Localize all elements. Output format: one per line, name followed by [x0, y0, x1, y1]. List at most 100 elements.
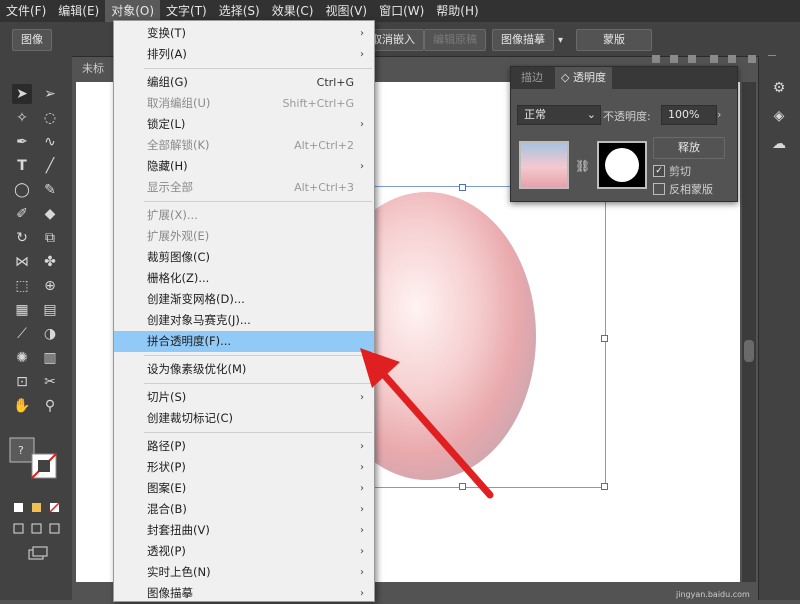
object-menu-item[interactable]: 形状(P) › [114, 457, 374, 478]
object-menu-item[interactable]: 编组(G) Ctrl+G [114, 72, 374, 93]
object-menu-item[interactable]: 创建渐变网格(D)... [114, 289, 374, 310]
chevron-right-icon[interactable]: › [717, 108, 721, 121]
blend-tool-icon[interactable]: ◑ [40, 324, 60, 344]
object-menu-item[interactable]: 锁定(L) › [114, 114, 374, 135]
object-menu-item[interactable]: 栅格化(Z)... [114, 268, 374, 289]
scrollbar-thumb[interactable] [744, 340, 754, 362]
object-menu-item[interactable]: 路径(P) › [114, 436, 374, 457]
direct-selection-tool-icon[interactable]: ➢ [40, 84, 60, 104]
link-icon[interactable]: ⛓ [575, 159, 590, 173]
opacity-input[interactable]: 100% [661, 105, 717, 125]
hand-tool-icon[interactable]: ✋ [12, 396, 32, 416]
object-menu-dropdown: 变换(T) › 排列(A) › 编组(G) Ctrl+G 取消编组(U) Shift+Ctrl… [113, 20, 375, 602]
clip-checkbox[interactable]: ✓ [653, 165, 665, 177]
menu-window[interactable]: 窗口(W) [373, 0, 430, 22]
line-tool-icon[interactable]: ╱ [40, 156, 60, 176]
object-menu-item[interactable]: 透视(P) › [114, 541, 374, 562]
rotate-tool-icon[interactable]: ↻ [12, 228, 32, 248]
object-menu-item[interactable]: 封套扭曲(V) › [114, 520, 374, 541]
resize-handle[interactable] [601, 335, 608, 342]
image-trace-button[interactable]: 图像描摹 [492, 29, 554, 51]
color-mode-buttons[interactable] [12, 502, 62, 514]
object-menu-item[interactable]: 裁剪图像(C) [114, 247, 374, 268]
mask-button[interactable]: 蒙版 [576, 29, 652, 51]
shape-builder-tool-icon[interactable]: ⊕ [40, 276, 60, 296]
menu-object[interactable]: 对象(O) [105, 0, 161, 22]
object-menu-item: 全部解锁(K) Alt+Ctrl+2 [114, 135, 374, 156]
invert-mask-checkbox[interactable] [653, 183, 665, 195]
artboard-tool-icon[interactable]: ⊡ [12, 372, 32, 392]
paintbrush-tool-icon[interactable]: ✎ [40, 180, 60, 200]
pen-tool-icon[interactable]: ✒ [12, 132, 32, 152]
ellipse-tool-icon[interactable]: ◯ [12, 180, 32, 200]
layers-panel-icon[interactable]: ◈ [769, 106, 789, 126]
menu-bar: 文件(F) 编辑(E) 对象(O) 文字(T) 选择(S) 效果(C) 视图(V… [0, 0, 800, 22]
draw-mode-icons[interactable] [12, 522, 62, 536]
object-menu-item: 扩展(X)... [114, 205, 374, 226]
object-menu-item[interactable]: 混合(B) › [114, 499, 374, 520]
submenu-arrow-icon: › [360, 119, 364, 130]
magic-wand-tool-icon[interactable]: ✧ [12, 108, 32, 128]
menu-type[interactable]: 文字(T) [160, 0, 213, 22]
vertical-scrollbar[interactable] [742, 82, 756, 582]
menu-item-shortcut: Alt+Ctrl+2 [294, 139, 354, 152]
menu-separator [144, 68, 372, 69]
symbol-sprayer-tool-icon[interactable]: ✺ [12, 348, 32, 368]
object-menu-item[interactable]: 排列(A) › [114, 44, 374, 65]
perspective-grid-tool-icon[interactable]: ▦ [12, 300, 32, 320]
object-menu-item[interactable]: 设为像素级优化(M) [114, 359, 374, 380]
selection-type-label: 图像 [12, 29, 52, 51]
tab-stroke[interactable]: 描边 [515, 67, 549, 89]
mesh-tool-icon[interactable]: ▤ [40, 300, 60, 320]
mask-thumbnail[interactable] [597, 141, 647, 189]
screen-mode-icon[interactable] [28, 546, 48, 560]
tools-panel: ➤ ➢ ✧ ◌ ✒ ∿ T ╱ ◯ ✎ ✐ ◆ ↻ ⧉ ⋈ ✤ ⬚ ⊕ ▦ ▤ … [0, 56, 72, 600]
object-menu-item[interactable]: 图案(E) › [114, 478, 374, 499]
object-menu-item[interactable]: 图像描摹 › [114, 583, 374, 604]
menu-item-label: 扩展外观(E) [147, 229, 210, 243]
shaper-tool-icon[interactable]: ✐ [12, 204, 32, 224]
blend-mode-select[interactable]: 正常 ⌄ [517, 105, 601, 125]
object-menu-item[interactable]: 拼合透明度(F)... [114, 331, 374, 352]
column-graph-tool-icon[interactable]: ▥ [40, 348, 60, 368]
slice-tool-icon[interactable]: ✂ [40, 372, 60, 392]
resize-handle[interactable] [459, 184, 466, 191]
object-menu-item[interactable]: 实时上色(N) › [114, 562, 374, 583]
curvature-tool-icon[interactable]: ∿ [40, 132, 60, 152]
width-tool-icon[interactable]: ⋈ [12, 252, 32, 272]
lasso-tool-icon[interactable]: ◌ [40, 108, 60, 128]
properties-panel-icon[interactable]: ⚙ [769, 78, 789, 98]
tab-transparency[interactable]: ◇ 透明度 [555, 67, 612, 89]
menu-edit[interactable]: 编辑(E) [52, 0, 105, 22]
fill-stroke-swatch[interactable]: ? [8, 436, 57, 479]
svg-text:?: ? [18, 444, 24, 457]
menu-effect[interactable]: 效果(C) [266, 0, 320, 22]
eyedropper-tool-icon[interactable]: ⟋ [12, 324, 32, 344]
resize-handle[interactable] [601, 483, 608, 490]
zoom-tool-icon[interactable]: ⚲ [40, 396, 60, 416]
puppet-warp-tool-icon[interactable]: ✤ [40, 252, 60, 272]
release-button[interactable]: 释放 [653, 137, 725, 159]
menu-help[interactable]: 帮助(H) [430, 0, 484, 22]
selection-tool-icon[interactable]: ➤ [12, 84, 32, 104]
submenu-arrow-icon: › [360, 546, 364, 557]
menu-file[interactable]: 文件(F) [0, 0, 52, 22]
submenu-arrow-icon: › [360, 161, 364, 172]
type-tool-icon[interactable]: T [12, 156, 32, 176]
scale-tool-icon[interactable]: ⧉ [40, 228, 60, 248]
menu-item-label: 显示全部 [147, 180, 193, 194]
free-transform-tool-icon[interactable]: ⬚ [12, 276, 32, 296]
libraries-panel-icon[interactable]: ☁ [769, 134, 789, 154]
artwork-thumbnail[interactable] [519, 141, 569, 189]
object-menu-item[interactable]: 创建对象马赛克(J)... [114, 310, 374, 331]
menu-view[interactable]: 视图(V) [319, 0, 373, 22]
object-menu-item[interactable]: 隐藏(H) › [114, 156, 374, 177]
object-menu-item[interactable]: 创建裁切标记(C) [114, 408, 374, 429]
object-menu-item[interactable]: 切片(S) › [114, 387, 374, 408]
chevron-down-icon[interactable]: ▾ [558, 35, 563, 46]
menu-select[interactable]: 选择(S) [213, 0, 266, 22]
object-menu-item[interactable]: 变换(T) › [114, 23, 374, 44]
menu-item-label: 全部解锁(K) [147, 138, 210, 152]
edit-original-button[interactable]: 编辑原稿 [424, 29, 486, 51]
eraser-tool-icon[interactable]: ◆ [40, 204, 60, 224]
